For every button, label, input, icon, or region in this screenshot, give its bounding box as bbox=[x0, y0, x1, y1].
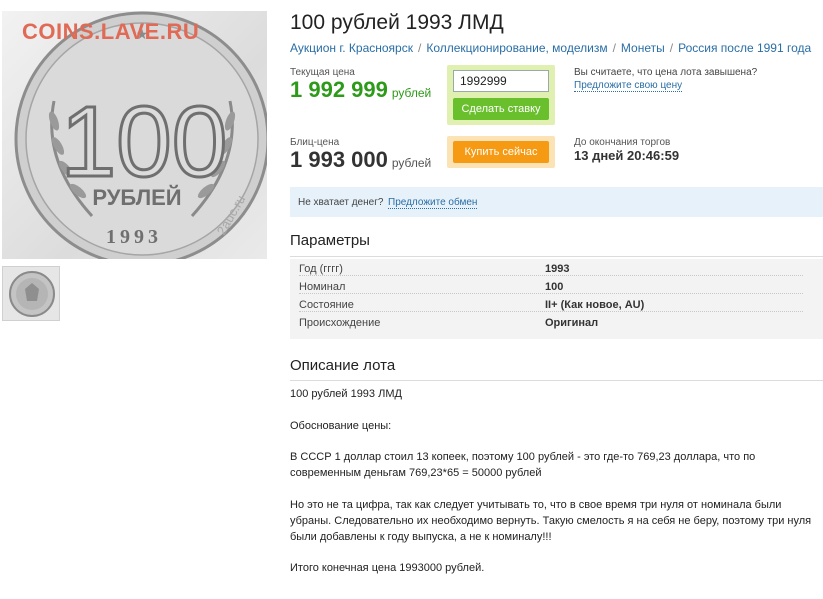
description-paragraph: В СССР 1 доллар стоил 13 копеек, поэтому… bbox=[290, 451, 756, 479]
auction-end-countdown: 13 дней 20:46:59 bbox=[574, 148, 680, 163]
place-bid-button[interactable]: Сделать ставку bbox=[453, 98, 549, 120]
lot-title: 100 рублей 1993 ЛМД bbox=[290, 11, 504, 34]
exchange-bar: Не хватает денег? Предложите обмен bbox=[290, 187, 823, 217]
breadcrumb: Аукцион г. Красноярск / Коллекционирование… bbox=[290, 41, 812, 55]
description-divider bbox=[290, 380, 823, 381]
description-paragraph: 100 рублей 1993 ЛМД bbox=[290, 388, 402, 400]
params-divider bbox=[290, 256, 823, 257]
bid-amount-input[interactable] bbox=[453, 70, 549, 92]
bid-panel: Сделать ставку bbox=[447, 65, 555, 125]
param-row: Год (гггг) 1993 bbox=[290, 260, 823, 278]
current-price: 1 992 999 рублей bbox=[290, 77, 431, 103]
breadcrumb-auction-city[interactable]: Аукцион г. Красноярск bbox=[290, 41, 413, 55]
param-row: Номинал 100 bbox=[290, 278, 823, 296]
watermark: COINS.LAVE.RU bbox=[22, 19, 200, 44]
param-value: II+ (Как новое, AU) bbox=[545, 299, 645, 311]
offer-price-link[interactable]: Предложите свою цену bbox=[574, 80, 683, 92]
description-heading: Описание лота bbox=[290, 357, 396, 374]
blitz-price: 1 993 000 рублей bbox=[290, 147, 431, 173]
coin-main-photo[interactable]: ★ 100 РУБЛЕЙ 1993 2auc.ru COINS.LAVE.RU bbox=[2, 11, 267, 259]
description-paragraph: Но это не та цифра, так как следует учит… bbox=[290, 499, 812, 543]
params-heading: Параметры bbox=[290, 232, 370, 249]
param-key: Состояние bbox=[299, 299, 354, 311]
coin-year: 1993 bbox=[106, 226, 162, 248]
param-row: Происхождение Оригинал bbox=[290, 314, 823, 332]
auction-end-label: До окончания торгов bbox=[574, 137, 671, 148]
blitz-price-currency: рублей bbox=[391, 156, 432, 170]
current-price-currency: рублей bbox=[391, 86, 432, 100]
breadcrumb-collecting[interactable]: Коллекционирование, моделизм bbox=[426, 41, 607, 55]
coin-thumbnail[interactable] bbox=[2, 266, 60, 321]
coin-image: ★ 100 РУБЛЕЙ 1993 2auc.ru bbox=[14, 11, 267, 259]
photo-column: ★ 100 РУБЛЕЙ 1993 2auc.ru COINS.LAVE.RU bbox=[0, 0, 270, 599]
current-price-value: 1 992 999 bbox=[290, 77, 388, 102]
thumbnail-image bbox=[9, 271, 55, 317]
param-key: Происхождение bbox=[299, 317, 381, 329]
breadcrumb-russia-after-1991[interactable]: Россия после 1991 года bbox=[678, 41, 811, 55]
buy-now-panel: Купить сейчас bbox=[447, 136, 555, 168]
description-paragraph: Итого конечная цена 1993000 рублей. bbox=[290, 562, 485, 574]
param-value: Оригинал bbox=[545, 317, 599, 329]
param-value: 100 bbox=[545, 281, 564, 293]
param-key: Год (гггг) bbox=[299, 263, 343, 275]
coin-unit: РУБЛЕЙ bbox=[92, 185, 181, 210]
buy-now-button[interactable]: Купить сейчас bbox=[453, 141, 549, 163]
exchange-question: Не хватает денег? bbox=[298, 197, 384, 208]
description-paragraph: Обоснование цены: bbox=[290, 420, 392, 432]
breadcrumb-coins[interactable]: Монеты bbox=[621, 41, 665, 55]
param-value: 1993 bbox=[545, 263, 570, 275]
param-key: Номинал bbox=[299, 281, 346, 293]
params-table: Год (гггг) 1993 Номинал 100 Состояние II… bbox=[290, 259, 823, 339]
coin-denomination: 100 bbox=[61, 86, 228, 198]
overprice-question: Вы считаете, что цена лота завышена? bbox=[574, 67, 758, 78]
offer-exchange-link[interactable]: Предложите обмен bbox=[388, 197, 478, 209]
blitz-price-value: 1 993 000 bbox=[290, 147, 388, 172]
param-row: Состояние II+ (Как новое, AU) bbox=[290, 296, 823, 314]
